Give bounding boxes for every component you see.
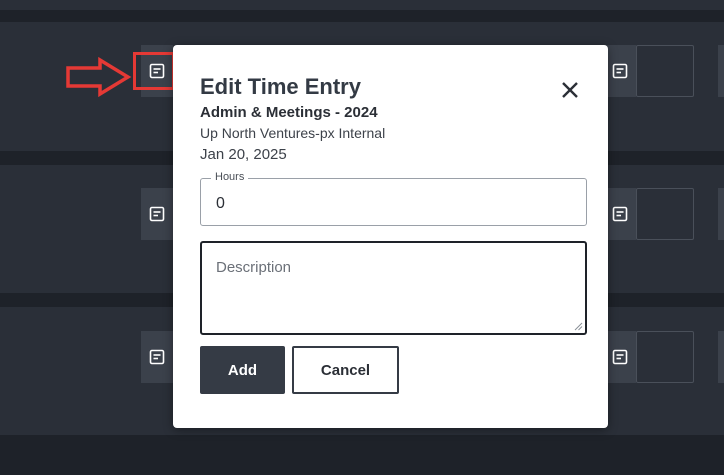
- note-icon: [612, 63, 628, 79]
- hours-cell-row-1[interactable]: [636, 45, 694, 97]
- close-icon: [562, 82, 578, 98]
- hours-cell-row-3[interactable]: [636, 331, 694, 383]
- annotation-arrow-icon: [66, 57, 132, 97]
- entry-date: Jan 20, 2025: [200, 146, 287, 163]
- row-band-top: [0, 0, 724, 10]
- note-icon: [612, 349, 628, 365]
- edge-cell-row-3: [718, 331, 724, 383]
- cancel-button[interactable]: Cancel: [292, 346, 399, 394]
- note-button-row-1-right[interactable]: [604, 45, 636, 97]
- note-icon: [612, 206, 628, 222]
- edge-cell-row-2: [718, 188, 724, 240]
- add-button[interactable]: Add: [200, 346, 285, 394]
- modal-title: Edit Time Entry: [200, 74, 361, 99]
- note-button-row-2[interactable]: [141, 188, 173, 240]
- hours-cell-row-2[interactable]: [636, 188, 694, 240]
- description-field[interactable]: Description: [200, 241, 587, 335]
- note-icon: [149, 206, 165, 222]
- note-button-row-3[interactable]: [141, 331, 173, 383]
- resize-grip-icon[interactable]: [573, 321, 583, 331]
- note-icon: [149, 349, 165, 365]
- description-placeholder: Description: [216, 259, 292, 276]
- project-name: Admin & Meetings - 2024: [200, 104, 378, 121]
- edge-cell-row-1: [718, 45, 724, 97]
- close-button[interactable]: [557, 77, 583, 103]
- note-button-row-2-right[interactable]: [604, 188, 636, 240]
- annotation-highlight-box: [133, 52, 175, 90]
- note-button-row-3-right[interactable]: [604, 331, 636, 383]
- client-name: Up North Ventures-px Internal: [200, 125, 386, 141]
- hours-field[interactable]: Hours 0: [200, 171, 587, 226]
- hours-value: 0: [216, 195, 225, 212]
- edit-time-entry-modal: Edit Time Entry Admin & Meetings - 2024 …: [173, 45, 608, 428]
- hours-label: Hours: [211, 171, 249, 183]
